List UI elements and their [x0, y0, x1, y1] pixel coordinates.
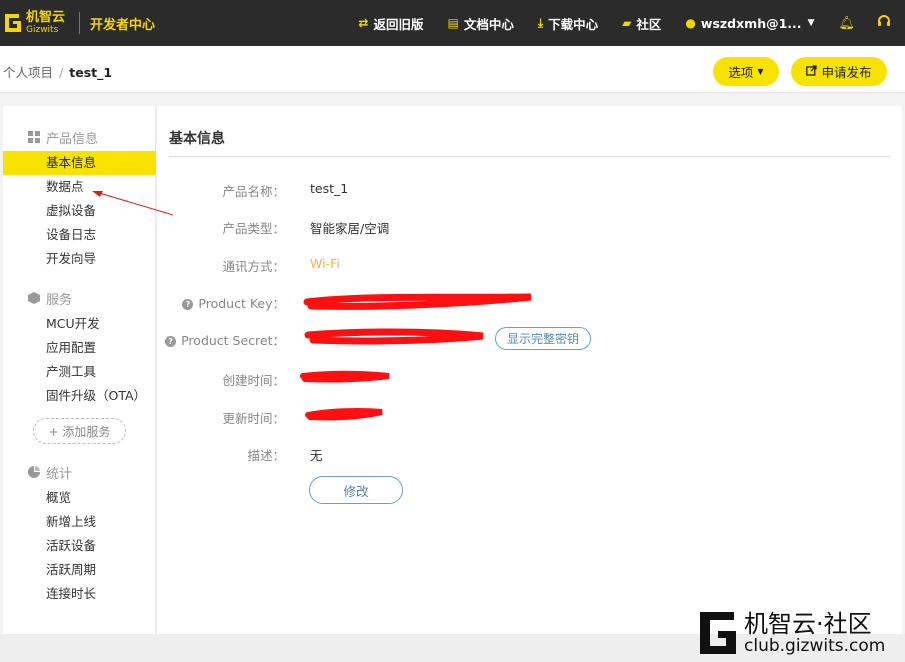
- breadcrumb-parent[interactable]: 个人项目: [3, 65, 53, 80]
- logo-divider: [79, 12, 81, 34]
- field-label-product-name: 产品名称：: [222, 184, 285, 199]
- field-label-product-key: ? Product Key：: [182, 293, 285, 312]
- top-nav: ⇄ 返回旧版 ▤ 文档中心 ⤓ 下载中心 ▰ 社区 ● wszdxmh@1...…: [358, 0, 905, 46]
- sidebar-group-services: 服务: [27, 289, 72, 308]
- show-full-secret-button[interactable]: 显示完整密钥: [495, 327, 591, 350]
- pie-chart-icon: [27, 466, 40, 479]
- add-service-button[interactable]: + 添加服务: [33, 418, 126, 444]
- field-value-comm-method: Wi-Fi: [310, 256, 340, 271]
- sidebar-item-new-online[interactable]: 新增上线: [3, 510, 156, 534]
- sidebar-item-mcu-dev[interactable]: MCU开发: [3, 312, 156, 336]
- sidebar-item-dev-guide[interactable]: 开发向导: [3, 247, 156, 271]
- sidebar-item-virtual-device[interactable]: 虚拟设备: [3, 199, 156, 223]
- chat-icon: ▰: [622, 16, 632, 30]
- sidebar-item-overview[interactable]: 概览: [3, 486, 156, 510]
- field-label-updated-time: 更新时间：: [222, 411, 285, 426]
- field-label-product-secret: ? Product Secret：: [165, 330, 285, 349]
- logo-name-cn: 机智云: [26, 10, 66, 25]
- top-navbar: 机智云 Gizwits 开发者中心 ⇄ 返回旧版 ▤ 文档中心 ⤓ 下载中心 ▰…: [0, 0, 905, 46]
- field-label-created-time: 创建时间：: [222, 373, 285, 388]
- document-icon: ▤: [447, 16, 459, 30]
- external-link-icon: [806, 64, 818, 79]
- sidebar-item-connection-duration[interactable]: 连接时长: [3, 582, 156, 606]
- logo-name-en: Gizwits: [26, 25, 59, 35]
- redacted-updated-time: [305, 408, 383, 421]
- field-value-description: 无: [310, 448, 323, 463]
- user-email: wszdxmh@1...: [700, 15, 802, 31]
- main-panel: 基本信息 产品名称： test_1 产品类型： 智能家居/空调 通讯方式： Wi…: [157, 106, 902, 634]
- options-button[interactable]: 选项 ▼: [713, 57, 779, 86]
- breadcrumb-current: test_1: [69, 65, 113, 80]
- edit-button[interactable]: 修改: [309, 476, 403, 504]
- title-divider: [169, 156, 891, 157]
- sidebar-group-statistics: 统计: [27, 463, 72, 482]
- redacted-product-secret: [304, 328, 484, 345]
- watermark-url: club.gizwits.com: [744, 636, 886, 656]
- swap-icon: ⇄: [358, 16, 369, 30]
- nav-back-old-version[interactable]: ⇄ 返回旧版: [358, 14, 423, 33]
- headset-icon[interactable]: [877, 14, 891, 32]
- page-title: 基本信息: [169, 131, 225, 147]
- developer-center-link[interactable]: 开发者中心: [90, 14, 155, 33]
- watermark-text: 机智云·社区: [744, 610, 872, 638]
- box-icon: [27, 292, 40, 305]
- nav-download-center[interactable]: ⤓ 下载中心: [538, 14, 598, 33]
- sidebar-item-basic-info[interactable]: 基本信息: [3, 151, 156, 175]
- field-value-product-type: 智能家居/空调: [310, 221, 390, 236]
- sidebar-item-active-devices[interactable]: 活跃设备: [3, 534, 156, 558]
- nav-docs-center[interactable]: ▤ 文档中心: [447, 14, 513, 33]
- user-menu[interactable]: ● wszdxmh@1... ▼: [685, 16, 814, 31]
- gizwits-logo-icon: [5, 14, 21, 32]
- sidebar-item-device-log[interactable]: 设备日志: [3, 223, 156, 247]
- apply-publish-button[interactable]: 申请发布: [791, 57, 887, 86]
- bell-icon[interactable]: 🔔︎: [838, 16, 855, 31]
- sidebar-item-app-config[interactable]: 应用配置: [3, 336, 156, 360]
- redacted-product-key: [303, 293, 532, 310]
- sidebar: 产品信息 基本信息 数据点 虚拟设备 设备日志 开发向导 服务 MCU开发 应用…: [3, 106, 156, 634]
- field-label-description: 描述：: [247, 448, 285, 463]
- sidebar-item-active-period[interactable]: 活跃周期: [3, 558, 156, 582]
- breadcrumb-bar: 个人项目 / test_1 选项 ▼ 申请发布: [0, 46, 905, 93]
- nav-community[interactable]: ▰ 社区: [622, 14, 661, 33]
- field-value-product-name: test_1: [310, 181, 349, 196]
- gizwits-logo-icon: [700, 612, 736, 654]
- help-icon[interactable]: ?: [165, 336, 177, 347]
- sidebar-group-product-info: 产品信息: [27, 128, 98, 147]
- sidebar-item-ota[interactable]: 固件升级（OTA）: [3, 384, 156, 408]
- gizwits-logo[interactable]: 机智云 Gizwits: [3, 10, 65, 36]
- download-icon: ⤓: [537, 15, 544, 30]
- field-label-comm-method: 通讯方式：: [222, 259, 285, 274]
- caret-down-icon: ▼: [807, 18, 815, 28]
- gizwits-watermark: 机智云·社区 club.gizwits.com: [698, 604, 898, 658]
- breadcrumb: 个人项目 / test_1: [3, 65, 113, 80]
- user-icon: ●: [685, 16, 696, 30]
- sidebar-item-production-test[interactable]: 产测工具: [3, 360, 156, 384]
- redacted-created-time: [300, 370, 390, 383]
- grid-icon: [27, 131, 40, 144]
- sidebar-item-datapoints[interactable]: 数据点: [3, 175, 156, 199]
- help-icon[interactable]: ?: [182, 299, 194, 310]
- caret-down-icon: ▼: [757, 67, 764, 76]
- field-label-product-type: 产品类型：: [222, 221, 285, 236]
